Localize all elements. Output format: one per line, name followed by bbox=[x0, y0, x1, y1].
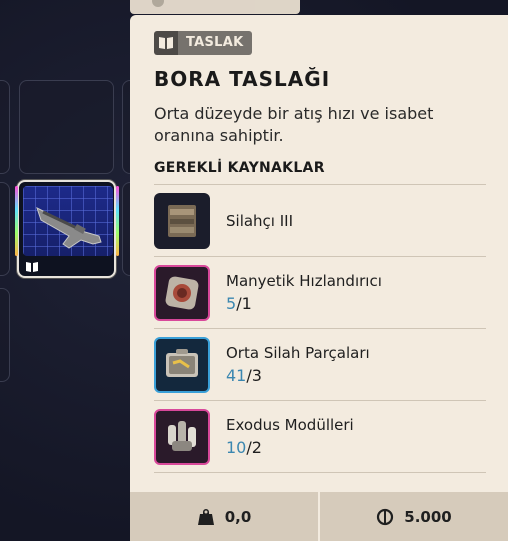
top-tab bbox=[130, 0, 300, 14]
resource-have: 41 bbox=[226, 366, 247, 385]
accelerator-icon bbox=[154, 264, 210, 321]
weight-value: 0,0 bbox=[224, 507, 252, 526]
price-cell: 5.000 bbox=[318, 492, 508, 541]
resource-row: Manyetik Hızlandırıcı 5/1 bbox=[154, 257, 486, 329]
tab-dot bbox=[152, 0, 164, 7]
inventory-slot[interactable] bbox=[0, 182, 10, 276]
inventory-slot[interactable] bbox=[19, 80, 114, 174]
workbench-icon bbox=[154, 192, 210, 249]
resource-row: Exodus Modülleri 10/2 bbox=[154, 401, 486, 473]
item-tooltip: TASLAK BORA TASLAĞI Orta düzeyde bir atı… bbox=[130, 15, 508, 541]
requirements-heading: GEREKLİ KAYNAKLAR bbox=[154, 160, 486, 185]
weight-cell: 0,0 bbox=[130, 492, 318, 541]
weapon-parts-icon bbox=[154, 336, 210, 393]
rarity-strip bbox=[116, 186, 119, 256]
resource-count: 41/3 bbox=[226, 366, 262, 385]
rarity-strip bbox=[15, 186, 18, 256]
inventory-slot[interactable] bbox=[0, 80, 10, 174]
resource-need: 3 bbox=[251, 366, 262, 385]
resource-need: 1 bbox=[241, 294, 252, 313]
book-icon bbox=[154, 31, 178, 55]
resource-count: 10/2 bbox=[226, 438, 262, 457]
modules-icon bbox=[154, 408, 210, 465]
price-value: 5.000 bbox=[404, 507, 452, 526]
tooltip-footer: 0,0 5.000 bbox=[130, 492, 508, 541]
resource-have: 5 bbox=[226, 294, 237, 313]
resource-need: 2 bbox=[251, 438, 262, 457]
type-badge: TASLAK bbox=[154, 31, 252, 55]
resource-name: Orta Silah Parçaları bbox=[226, 344, 370, 362]
resource-count: 5/1 bbox=[226, 294, 252, 313]
resource-name: Manyetik Hızlandırıcı bbox=[226, 272, 382, 290]
weight-icon bbox=[197, 508, 214, 525]
inventory-slot-selected[interactable] bbox=[15, 180, 119, 278]
resource-row: Silahçı III bbox=[154, 185, 486, 257]
item-title: BORA TASLAĞI bbox=[154, 67, 331, 91]
book-icon bbox=[25, 258, 39, 272]
blueprint-weapon-icon bbox=[23, 186, 113, 256]
resource-name: Exodus Modülleri bbox=[226, 416, 354, 434]
resource-have: 10 bbox=[226, 438, 247, 457]
item-description: Orta düzeyde bir atış hızı ve isabet ora… bbox=[154, 104, 434, 145]
coin-icon bbox=[377, 508, 394, 525]
type-label: TASLAK bbox=[178, 31, 252, 55]
inventory-slot[interactable] bbox=[0, 288, 10, 382]
resource-name: Silahçı III bbox=[226, 211, 294, 230]
resource-row: Orta Silah Parçaları 41/3 bbox=[154, 329, 486, 401]
